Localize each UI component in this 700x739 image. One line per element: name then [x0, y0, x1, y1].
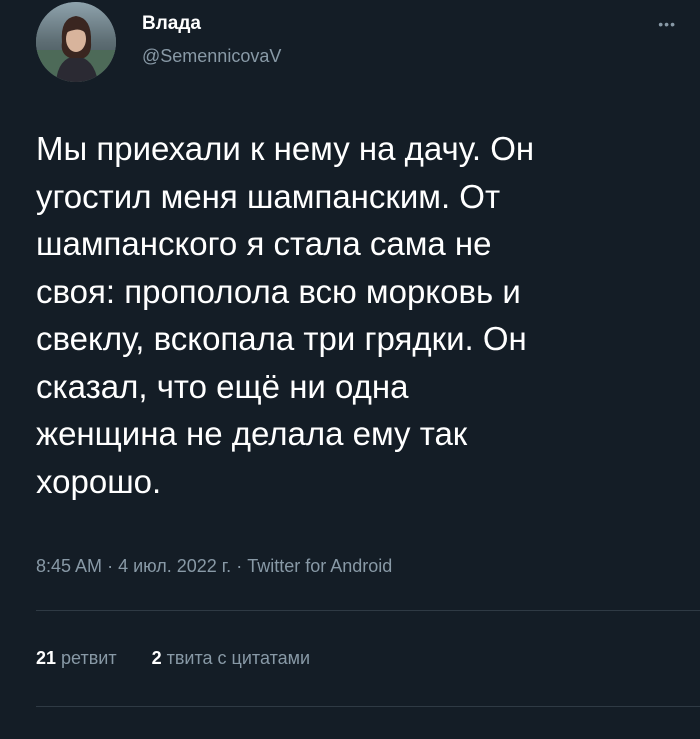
quotes-count: 2	[151, 648, 162, 668]
more-dots-icon[interactable]: •••	[658, 16, 676, 32]
user-handle[interactable]: @SemennicovaV	[142, 44, 281, 68]
tweet-stats: 21 ретвит 2 твита с цитатами	[36, 648, 340, 669]
divider	[36, 610, 700, 611]
author-names: Влада @SemennicovaV	[142, 12, 281, 68]
avatar-photo	[36, 2, 116, 82]
meta-separator: ·	[107, 556, 114, 576]
tweet-date[interactable]: 4 июл. 2022 г.	[118, 556, 231, 576]
tweet-time[interactable]: 8:45 AM	[36, 556, 102, 576]
quotes-label: твита с цитатами	[166, 648, 311, 668]
divider	[36, 706, 700, 707]
retweets-count: 21	[36, 648, 57, 668]
tweet-header: Влада @SemennicovaV •••	[36, 2, 676, 82]
avatar[interactable]	[36, 2, 116, 82]
display-name[interactable]: Влада	[142, 12, 281, 36]
tweet-source[interactable]: Twitter for Android	[247, 556, 392, 576]
tweet-detail: Влада @SemennicovaV ••• Мы приехали к не…	[0, 0, 700, 739]
tweet-text: Мы приехали к нему на дачу. Он угостил м…	[36, 130, 535, 500]
tweet-meta: 8:45 AM · 4 июл. 2022 г. · Twitter for A…	[36, 556, 392, 577]
meta-separator: ·	[236, 556, 243, 576]
retweets-label: ретвит	[61, 648, 117, 668]
quotes-stat[interactable]: 2 твита с цитатами	[152, 648, 310, 669]
retweets-stat[interactable]: 21 ретвит	[36, 648, 117, 669]
